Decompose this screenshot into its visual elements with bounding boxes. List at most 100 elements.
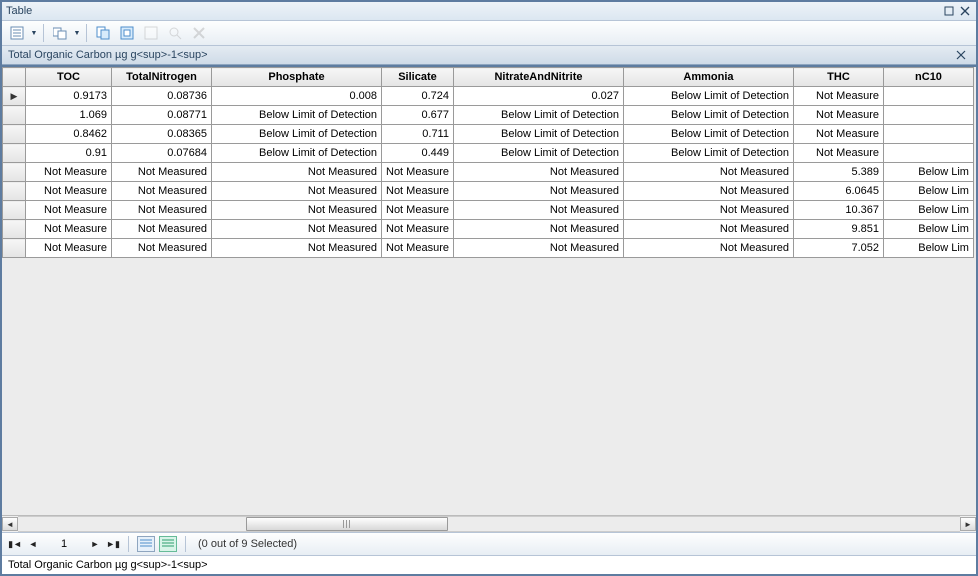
cell[interactable] (883, 106, 973, 125)
cell[interactable]: Below Limit of Detection (212, 125, 382, 144)
cell[interactable]: 0.08736 (112, 87, 212, 106)
table-row[interactable]: Not MeasureNot MeasuredNot MeasuredNot M… (3, 182, 974, 201)
cell[interactable]: Not Measure (26, 201, 112, 220)
cell[interactable]: Not Measure (793, 87, 883, 106)
column-header[interactable]: Ammonia (623, 68, 793, 87)
column-header[interactable]: NitrateAndNitrite (453, 68, 623, 87)
cell[interactable]: Not Measured (453, 220, 623, 239)
table-row[interactable]: ▶0.91730.087360.0080.7240.027Below Limit… (3, 87, 974, 106)
column-header[interactable]: THC (793, 68, 883, 87)
cell[interactable]: Below Lim (883, 239, 973, 258)
table-row[interactable]: 0.84620.08365Below Limit of Detection0.7… (3, 125, 974, 144)
show-selected-records-button[interactable] (159, 536, 177, 552)
cell[interactable]: 0.08365 (112, 125, 212, 144)
row-selector[interactable] (3, 144, 26, 163)
cell[interactable]: Not Measured (212, 239, 382, 258)
cell[interactable]: Below Limit of Detection (623, 106, 793, 125)
column-header[interactable]: nC10 (883, 68, 973, 87)
cell[interactable]: 0.8462 (26, 125, 112, 144)
last-record-button[interactable]: ►▮ (106, 537, 120, 551)
related-tables-dropdown-icon[interactable]: ▼ (73, 30, 81, 37)
cell[interactable]: Not Measured (112, 163, 212, 182)
cell[interactable]: Not Measure (26, 239, 112, 258)
cell[interactable]: Not Measured (453, 239, 623, 258)
cell[interactable]: Not Measured (453, 163, 623, 182)
cell[interactable]: Not Measure (26, 220, 112, 239)
row-selector[interactable] (3, 220, 26, 239)
cell[interactable]: Not Measured (453, 182, 623, 201)
cell[interactable]: 5.389 (793, 163, 883, 182)
cell[interactable]: Not Measure (382, 182, 454, 201)
cell[interactable]: 0.08771 (112, 106, 212, 125)
cell[interactable]: Below Limit of Detection (623, 87, 793, 106)
cell[interactable]: 1.069 (26, 106, 112, 125)
cell[interactable]: Not Measure (26, 182, 112, 201)
cell[interactable]: Not Measured (212, 220, 382, 239)
cell[interactable]: Not Measure (382, 201, 454, 220)
related-tables-button[interactable] (49, 22, 71, 44)
cell[interactable]: Below Limit of Detection (623, 144, 793, 163)
cell[interactable] (883, 144, 973, 163)
prev-record-button[interactable]: ◄ (26, 537, 40, 551)
table-options-button[interactable] (6, 22, 28, 44)
cell[interactable]: Not Measured (623, 239, 793, 258)
cell[interactable]: Below Limit of Detection (623, 125, 793, 144)
scroll-right-button[interactable]: ► (960, 517, 976, 531)
cell[interactable]: Not Measure (382, 239, 454, 258)
row-selector[interactable]: ▶ (3, 87, 26, 106)
scroll-track[interactable] (18, 516, 960, 532)
next-record-button[interactable]: ► (88, 537, 102, 551)
cell[interactable]: 9.851 (793, 220, 883, 239)
scroll-thumb[interactable] (246, 517, 448, 531)
cell[interactable]: Not Measured (212, 201, 382, 220)
row-selector[interactable] (3, 163, 26, 182)
subheader-close-icon[interactable] (956, 50, 970, 60)
column-header[interactable]: Phosphate (212, 68, 382, 87)
window-close-icon[interactable] (958, 4, 972, 18)
cell[interactable]: 0.91 (26, 144, 112, 163)
cell[interactable]: Not Measured (112, 220, 212, 239)
cell[interactable]: 0.677 (382, 106, 454, 125)
cell[interactable]: Not Measured (112, 201, 212, 220)
cell[interactable]: 6.0645 (793, 182, 883, 201)
cell[interactable] (883, 87, 973, 106)
cell[interactable]: Not Measure (793, 106, 883, 125)
cell[interactable]: Below Lim (883, 163, 973, 182)
cell[interactable]: Below Limit of Detection (453, 106, 623, 125)
cell[interactable]: Not Measured (212, 182, 382, 201)
cell[interactable]: Not Measure (26, 163, 112, 182)
cell[interactable]: 0.07684 (112, 144, 212, 163)
cell[interactable]: Not Measured (623, 163, 793, 182)
cell[interactable]: Below Limit of Detection (212, 144, 382, 163)
column-header[interactable]: Silicate (382, 68, 454, 87)
table-row[interactable]: Not MeasureNot MeasuredNot MeasuredNot M… (3, 163, 974, 182)
horizontal-scrollbar[interactable]: ◄ ► (2, 515, 976, 532)
cell[interactable]: Not Measured (112, 182, 212, 201)
row-selector[interactable] (3, 182, 26, 201)
row-selector[interactable] (3, 201, 26, 220)
cell[interactable]: Below Lim (883, 220, 973, 239)
record-number[interactable]: 1 (44, 538, 84, 550)
cell[interactable]: Below Lim (883, 182, 973, 201)
cell[interactable]: Not Measured (112, 239, 212, 258)
clear-selection-button[interactable] (140, 22, 162, 44)
cell[interactable]: Below Limit of Detection (453, 125, 623, 144)
table-row[interactable]: Not MeasureNot MeasuredNot MeasuredNot M… (3, 220, 974, 239)
table-row[interactable]: Not MeasureNot MeasuredNot MeasuredNot M… (3, 201, 974, 220)
row-selector[interactable] (3, 239, 26, 258)
delete-selected-button[interactable] (188, 22, 210, 44)
cell[interactable]: 0.711 (382, 125, 454, 144)
show-all-records-button[interactable] (137, 536, 155, 552)
cell[interactable]: Not Measure (382, 163, 454, 182)
cell[interactable]: Not Measured (453, 201, 623, 220)
column-header[interactable]: TotalNitrogen (112, 68, 212, 87)
select-by-attributes-button[interactable] (92, 22, 114, 44)
table-row[interactable]: 1.0690.08771Below Limit of Detection0.67… (3, 106, 974, 125)
cell[interactable]: 7.052 (793, 239, 883, 258)
cell[interactable]: 0.724 (382, 87, 454, 106)
cell[interactable]: Not Measured (212, 163, 382, 182)
table-options-dropdown-icon[interactable]: ▼ (30, 30, 38, 37)
row-header-corner[interactable] (3, 68, 26, 87)
cell[interactable]: Below Lim (883, 201, 973, 220)
cell[interactable]: Not Measure (793, 144, 883, 163)
